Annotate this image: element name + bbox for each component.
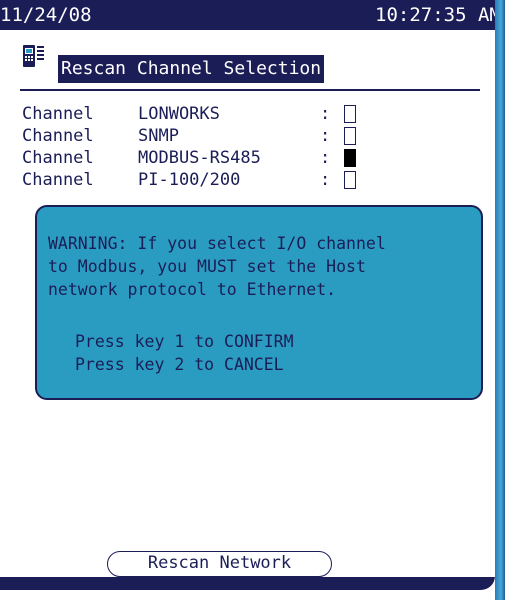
channel-row-lonworks[interactable]: Channel LONWORKS : [22,103,382,125]
channel-list: Channel LONWORKS : Channel SNMP : Channe… [22,103,382,191]
channel-checkbox[interactable] [344,105,356,123]
status-bar: 11/24/08 10:27:35 AM [0,0,495,30]
channel-label: Channel [22,170,94,190]
status-time: 10:27:35 AM [375,4,495,26]
confirm-instruction: Press key 1 to CONFIRM [75,332,294,351]
title-divider [20,89,480,91]
channel-separator: : [320,170,331,190]
channel-label: Channel [22,126,94,146]
channel-checkbox[interactable] [344,127,356,145]
warning-text-line: network protocol to Ethernet. [48,280,337,299]
channel-name: MODBUS-RS485 [138,148,261,168]
channel-label: Channel [22,104,94,124]
cancel-instruction: Press key 2 to CANCEL [75,355,284,374]
rescan-network-button[interactable]: Rescan Network [107,551,332,577]
warning-text-line: to Modbus, you MUST set the Host [48,257,366,276]
channel-checkbox[interactable] [344,149,356,167]
channel-separator: : [320,126,331,146]
warning-text-line: WARNING: If you select I/O channel [48,234,386,253]
channel-separator: : [320,104,331,124]
channel-name: PI-100/200 [138,170,241,190]
channel-row-modbus[interactable]: Channel MODBUS-RS485 : [22,147,382,169]
channel-name: LONWORKS [138,104,220,124]
channel-label: Channel [22,148,94,168]
channel-row-snmp[interactable]: Channel SNMP : [22,125,382,147]
channel-row-pi[interactable]: Channel PI-100/200 : [22,169,382,191]
channel-separator: : [320,148,331,168]
warning-dialog: WARNING: If you select I/O channel to Mo… [35,205,483,400]
page-title: Rescan Channel Selection [58,55,325,83]
channel-name: SNMP [138,126,179,146]
device-bezel [495,0,505,600]
device-frame: 11/24/08 10:27:35 AM Rescan Channel Sele… [0,0,505,600]
lcd-screen: 11/24/08 10:27:35 AM Rescan Channel Sele… [0,0,495,590]
status-date: 11/24/08 [0,4,92,26]
device-icon [23,45,44,67]
bottom-bar [0,577,495,590]
channel-checkbox[interactable] [344,171,356,189]
